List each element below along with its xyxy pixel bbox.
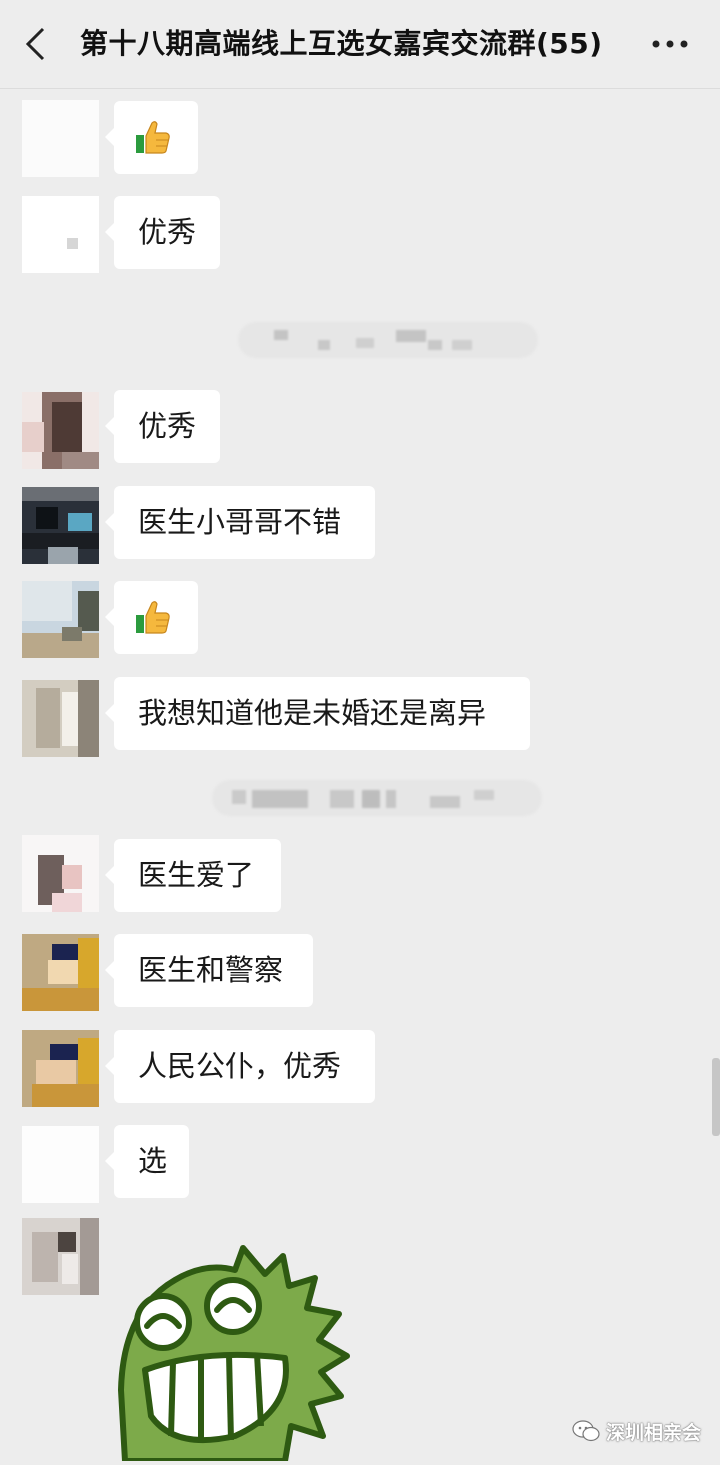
- message-text: 优秀: [138, 409, 197, 443]
- avatar[interactable]: [22, 1030, 99, 1107]
- message-text: 选: [138, 1144, 168, 1178]
- avatar[interactable]: [22, 1218, 99, 1295]
- green-dinosaur-laughing-sticker[interactable]: [115, 1240, 365, 1464]
- avatar[interactable]: [22, 1126, 99, 1203]
- thumbs-up-icon: [136, 601, 170, 634]
- wechat-official-account-icon: [572, 1420, 600, 1442]
- message-bubble[interactable]: 我想知道他是未婚还是离异: [105, 677, 530, 750]
- avatar[interactable]: [22, 392, 99, 469]
- scrollbar[interactable]: [712, 1058, 720, 1136]
- message-text: 优秀: [138, 215, 197, 249]
- chat-title: 第十八期高端线上互选女嘉宾交流群(55): [80, 27, 603, 60]
- avatar[interactable]: [22, 581, 99, 658]
- message-text: 人民公仆，优秀: [138, 1049, 342, 1083]
- chat-header: 第十八期高端线上互选女嘉宾交流群(55): [0, 0, 720, 89]
- message-text: 医生和警察: [138, 953, 284, 987]
- message-bubble[interactable]: [105, 101, 198, 174]
- more-options-button[interactable]: [650, 30, 690, 58]
- chevron-left-icon: [25, 27, 45, 61]
- more-dots-icon: [652, 40, 688, 48]
- avatar[interactable]: [22, 680, 99, 757]
- watermark-text: 深圳相亲会: [606, 1421, 702, 1444]
- watermark: 深圳相亲会: [572, 1414, 712, 1448]
- avatar[interactable]: [22, 100, 99, 177]
- message-text: 医生爱了: [138, 858, 255, 892]
- system-message-blurred: [212, 780, 542, 816]
- message-bubble[interactable]: 优秀: [105, 390, 220, 463]
- avatar[interactable]: [22, 487, 99, 564]
- message-bubble[interactable]: 人民公仆，优秀: [105, 1030, 375, 1103]
- message-text: 我想知道他是未婚还是离异: [138, 696, 487, 730]
- thumbs-up-icon: [136, 121, 170, 154]
- message-bubble[interactable]: 医生小哥哥不错: [105, 486, 375, 559]
- back-button[interactable]: [22, 26, 52, 62]
- message-bubble[interactable]: 医生和警察: [105, 934, 313, 1007]
- avatar[interactable]: [22, 934, 99, 1011]
- avatar[interactable]: [22, 196, 99, 273]
- system-message-blurred: [238, 322, 538, 358]
- message-bubble[interactable]: 选: [105, 1125, 189, 1198]
- message-bubble[interactable]: 优秀: [105, 196, 220, 269]
- message-bubble[interactable]: [105, 581, 198, 654]
- message-bubble[interactable]: 医生爱了: [105, 839, 281, 912]
- message-text: 医生小哥哥不错: [138, 505, 342, 539]
- avatar[interactable]: [22, 835, 99, 912]
